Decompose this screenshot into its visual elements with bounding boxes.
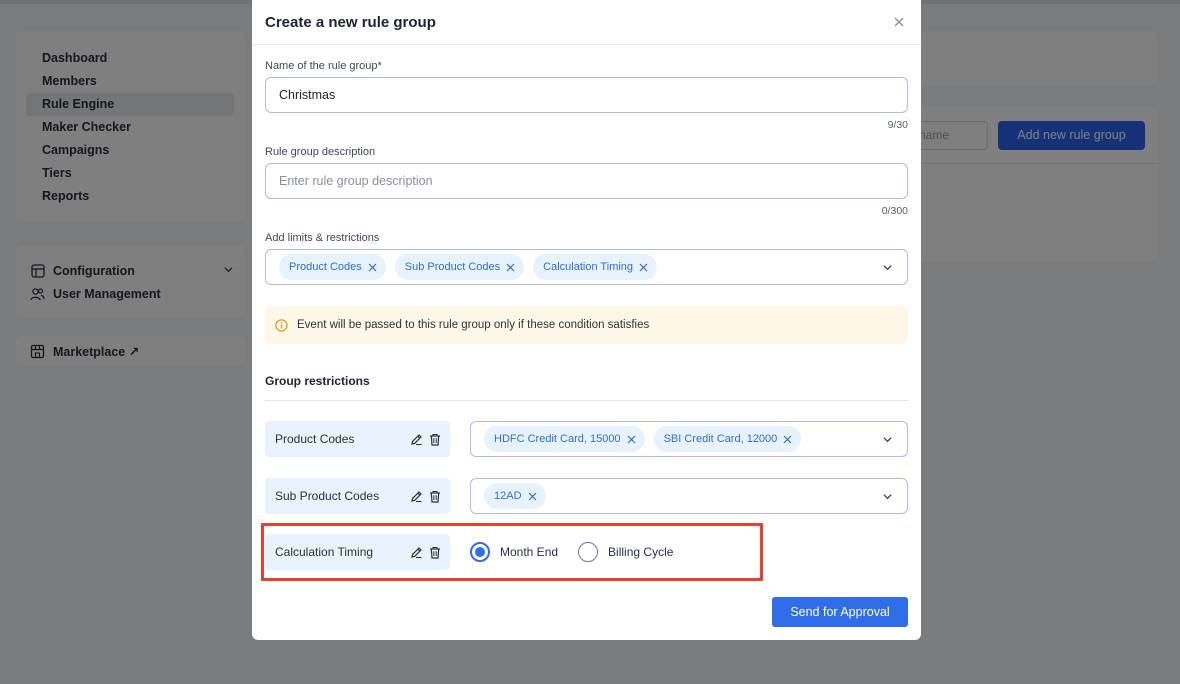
radio-month-end[interactable]: Month End xyxy=(470,542,558,562)
restriction-label: Sub Product Codes xyxy=(275,489,380,503)
chevron-down-icon[interactable] xyxy=(882,434,893,445)
product-codes-multiselect[interactable]: HDFC Credit Card, 15000 SBI Credit Card,… xyxy=(470,421,908,457)
remove-chip-icon[interactable] xyxy=(783,435,792,444)
rule-group-name-input[interactable] xyxy=(265,77,908,113)
delete-icon[interactable] xyxy=(429,490,441,503)
restriction-calculation-timing: Calculation Timing xyxy=(265,534,450,570)
radio-billing-cycle[interactable]: Billing Cycle xyxy=(578,542,673,562)
description-field-label: Rule group description xyxy=(265,146,376,158)
chip-label: Sub Product Codes xyxy=(404,261,501,273)
sub-product-code-chip: 12AD xyxy=(484,483,546,509)
remove-chip-icon[interactable] xyxy=(627,435,636,444)
chevron-down-icon[interactable] xyxy=(882,491,893,502)
chip-label: Calculation Timing xyxy=(543,261,634,273)
remove-chip-icon[interactable] xyxy=(368,263,377,272)
limit-chip-calculation-timing: Calculation Timing xyxy=(533,254,658,280)
rule-group-description-input[interactable] xyxy=(265,163,908,199)
edit-icon[interactable] xyxy=(410,546,423,559)
name-field-label: Name of the rule group* xyxy=(265,60,382,72)
product-code-chip: SBI Credit Card, 12000 xyxy=(653,426,802,452)
radio-selected-indicator xyxy=(470,542,490,562)
limit-chip-product-codes: Product Codes xyxy=(279,254,386,280)
edit-icon[interactable] xyxy=(410,490,423,503)
radio-unselected-indicator xyxy=(578,542,599,562)
restriction-label: Product Codes xyxy=(275,432,355,446)
modal-header: Create a new rule group xyxy=(252,0,921,45)
close-icon[interactable] xyxy=(892,15,906,29)
limits-field-label: Add limits & restrictions xyxy=(265,232,380,244)
limit-chip-sub-product-codes: Sub Product Codes xyxy=(394,254,525,280)
info-icon xyxy=(275,318,288,332)
info-text: Event will be passed to this rule group … xyxy=(297,319,650,331)
calculation-timing-radio-group: Month End Billing Cycle xyxy=(470,540,693,564)
group-restrictions-title: Group restrictions xyxy=(265,374,370,388)
chip-label: 12AD xyxy=(494,490,522,502)
radio-label: Billing Cycle xyxy=(608,545,674,559)
delete-icon[interactable] xyxy=(429,546,441,559)
section-divider xyxy=(265,400,908,401)
info-banner: Event will be passed to this rule group … xyxy=(265,306,908,344)
restriction-label: Calculation Timing xyxy=(275,545,374,559)
limits-multiselect[interactable]: Product Codes Sub Product Codes Calculat… xyxy=(265,249,908,285)
remove-chip-icon[interactable] xyxy=(528,492,537,501)
create-rule-group-modal: Create a new rule group Name of the rule… xyxy=(252,0,921,640)
product-code-chip: HDFC Credit Card, 15000 xyxy=(484,426,645,452)
chevron-down-icon[interactable] xyxy=(882,262,893,273)
chip-label: Product Codes xyxy=(289,261,362,273)
remove-chip-icon[interactable] xyxy=(639,263,648,272)
edit-icon[interactable] xyxy=(410,433,423,446)
delete-icon[interactable] xyxy=(429,433,441,446)
restriction-sub-product-codes: Sub Product Codes xyxy=(265,478,450,514)
chip-label: HDFC Credit Card, 15000 xyxy=(494,433,621,445)
restriction-product-codes: Product Codes xyxy=(265,421,450,457)
name-char-counter: 9/30 xyxy=(887,119,908,131)
send-for-approval-button[interactable]: Send for Approval xyxy=(772,597,908,627)
radio-label: Month End xyxy=(500,545,559,559)
remove-chip-icon[interactable] xyxy=(506,263,515,272)
description-char-counter: 0/300 xyxy=(881,205,908,217)
modal-title: Create a new rule group xyxy=(265,13,436,31)
sub-product-codes-multiselect[interactable]: 12AD xyxy=(470,478,908,514)
chip-label: SBI Credit Card, 12000 xyxy=(663,433,778,445)
